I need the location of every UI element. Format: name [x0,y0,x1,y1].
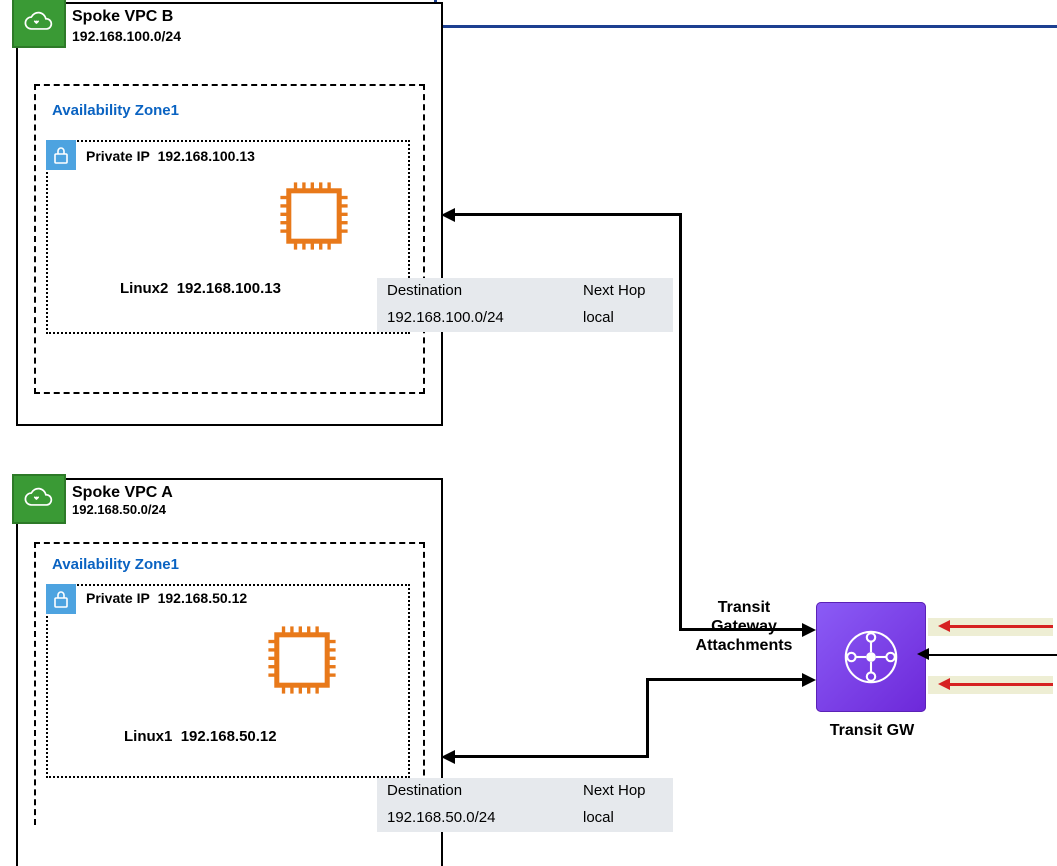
rt-a-row-dest: 192.168.50.0/24 [377,805,573,832]
vpc-a-private-ip-label: Private IP 192.168.50.12 [86,590,247,606]
conn-b-arrow-to-tgw [802,623,816,637]
conn-a-arrow-to-tgw [802,673,816,687]
vpc-b-route-table: Destination Next Hop 192.168.100.0/24 lo… [377,278,673,332]
vpc-a-route-table: Destination Next Hop 192.168.50.0/24 loc… [377,778,673,832]
rt-b-header-next: Next Hop [573,278,673,305]
rt-b-row-dest: 192.168.100.0/24 [377,305,573,332]
tgw-ext-black-line [928,654,1057,656]
vpc-b-cloud-icon [12,0,66,48]
vpc-a-private-ip-value: 192.168.50.12 [158,590,248,606]
vpc-b-instance-label: Linux2 192.168.100.13 [120,280,281,297]
tgw-ext-black-arrow [917,648,929,660]
transit-gw-icon [816,602,926,712]
vpc-b-instance-chip-icon [272,174,356,258]
conn-b-h2 [679,628,804,631]
conn-a-v [646,678,649,758]
vpc-b-instance-ip: 192.168.100.13 [177,280,281,297]
vpc-a-instance-label: Linux1 192.168.50.12 [124,728,277,745]
vpc-a-cloud-icon [12,474,66,524]
tgw-ext-red-arrow-2 [948,683,1053,686]
rt-a-row-next: local [573,805,673,832]
vpc-b-private-ip-value: 192.168.100.13 [158,148,255,164]
vpc-b-cidr: 192.168.100.0/24 [72,28,181,44]
rt-b-row-next: local [573,305,673,332]
vpc-a-subnet-box [46,584,410,778]
vpc-b-private-ip-label: Private IP 192.168.100.13 [86,148,255,164]
rt-a-header-dest: Destination [377,778,573,805]
vpc-b-az-label: Availability Zone1 [52,102,179,119]
vpc-b-instance-name: Linux2 [120,280,168,297]
transit-gw-label: Transit GW [812,722,932,740]
vpc-a-instance-chip-icon [260,618,344,702]
rt-a-header-next: Next Hop [573,778,673,805]
vpc-b-lock-icon [46,140,76,170]
vpc-a-title: Spoke VPC A [72,484,173,502]
conn-b-arrow-to-vpc [441,208,455,222]
vpc-a-lock-icon [46,584,76,614]
conn-a-h2 [646,678,804,681]
vpc-a-az-label: Availability Zone1 [52,556,179,573]
tgw-ext-red-arrow-1 [948,625,1053,628]
top-frame-border [434,0,1057,28]
conn-b-h1 [454,213,682,216]
vpc-b-private-ip-prefix: Private IP [86,148,150,164]
vpc-a-cidr: 192.168.50.0/24 [72,502,166,517]
vpc-b-title: Spoke VPC B [72,8,173,26]
diagram-canvas: Spoke VPC B 192.168.100.0/24 Availabilit… [0,0,1057,865]
vpc-a-private-ip-prefix: Private IP [86,590,150,606]
rt-b-header-dest: Destination [377,278,573,305]
tgw-attachments-label: Transit Gateway Attachments [689,598,799,656]
conn-a-arrow-to-vpc [441,750,455,764]
vpc-a-instance-name: Linux1 [124,728,172,745]
vpc-a-instance-ip: 192.168.50.12 [181,728,277,745]
conn-b-v [679,213,682,631]
conn-a-h1 [454,755,649,758]
